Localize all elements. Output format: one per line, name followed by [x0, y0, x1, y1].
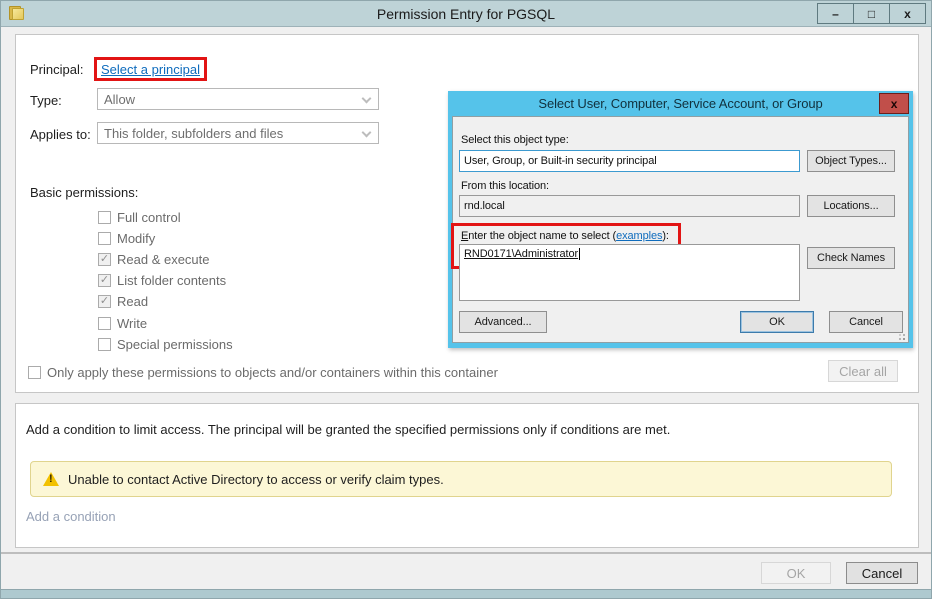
- select-principal-link[interactable]: Select a principal: [101, 62, 200, 77]
- window-titlebar[interactable]: Permission Entry for PGSQL – □ x: [1, 1, 931, 27]
- checkbox[interactable]: [98, 317, 111, 330]
- permission-row-list-folder[interactable]: List folder contents: [98, 273, 226, 288]
- window-title: Permission Entry for PGSQL: [1, 6, 931, 22]
- checkbox[interactable]: [98, 253, 111, 266]
- permission-label: List folder contents: [117, 273, 226, 288]
- checkbox[interactable]: [98, 338, 111, 351]
- condition-description: Add a condition to limit access. The pri…: [26, 422, 670, 437]
- text-caret: [579, 248, 580, 260]
- check-names-button[interactable]: Check Names: [807, 247, 895, 269]
- type-dropdown[interactable]: Allow: [97, 88, 379, 110]
- location-label: From this location:: [461, 180, 549, 192]
- location-value: rnd.local: [464, 200, 505, 212]
- applies-to-value: This folder, subfolders and files: [104, 126, 283, 141]
- permission-row-write[interactable]: Write: [98, 316, 147, 331]
- basic-permissions-label: Basic permissions:: [30, 185, 138, 200]
- minimize-icon[interactable]: –: [817, 3, 854, 24]
- checkbox[interactable]: [98, 274, 111, 287]
- permission-label: Modify: [117, 231, 155, 246]
- enter-object-name-label: Enter the object name to select (example…: [461, 230, 669, 242]
- clear-all-button[interactable]: Clear all: [828, 360, 898, 382]
- examples-link[interactable]: examples: [616, 230, 662, 242]
- object-name-value: RND0171\Administrator: [464, 248, 578, 260]
- location-field[interactable]: rnd.local: [459, 195, 800, 217]
- condition-groupbox: Add a condition to limit access. The pri…: [15, 403, 919, 548]
- maximize-icon[interactable]: □: [853, 3, 890, 24]
- permission-row-read[interactable]: Read: [98, 294, 148, 309]
- applies-to-dropdown[interactable]: This folder, subfolders and files: [97, 122, 379, 144]
- warning-banner: Unable to contact Active Directory to ac…: [30, 461, 892, 497]
- permission-label: Write: [117, 316, 147, 331]
- window-bottom-edge: [1, 589, 931, 598]
- warning-text: Unable to contact Active Directory to ac…: [68, 472, 444, 487]
- permission-row-modify[interactable]: Modify: [98, 231, 155, 246]
- object-type-field[interactable]: User, Group, or Built-in security princi…: [459, 150, 800, 172]
- resize-grip[interactable]: [896, 331, 906, 341]
- locations-button[interactable]: Locations...: [807, 195, 895, 217]
- object-type-value: User, Group, or Built-in security princi…: [464, 155, 657, 167]
- select-dialog-ok-button[interactable]: OK: [740, 311, 814, 333]
- permission-row-read-execute[interactable]: Read & execute: [98, 252, 210, 267]
- footer-separator: [1, 552, 931, 554]
- chevron-down-icon: [362, 94, 372, 104]
- object-type-label: Select this object type:: [461, 134, 569, 146]
- add-condition-link[interactable]: Add a condition: [26, 509, 116, 524]
- chevron-down-icon: [362, 128, 372, 138]
- advanced-button[interactable]: Advanced...: [459, 311, 547, 333]
- checkbox[interactable]: [98, 211, 111, 224]
- permission-label: Read: [117, 294, 148, 309]
- permission-row-special[interactable]: Special permissions: [98, 337, 233, 352]
- close-icon[interactable]: x: [889, 3, 926, 24]
- principal-label: Principal:: [30, 62, 83, 77]
- permission-label: Read & execute: [117, 252, 210, 267]
- select-dialog-titlebar[interactable]: Select User, Computer, Service Account, …: [448, 91, 913, 116]
- only-apply-label: Only apply these permissions to objects …: [47, 365, 498, 380]
- permission-row-full-control[interactable]: Full control: [98, 210, 181, 225]
- highlight-red-box-principal: Select a principal: [94, 57, 207, 81]
- window-controls: – □ x: [818, 3, 926, 24]
- close-icon[interactable]: x: [879, 93, 909, 114]
- applies-to-label: Applies to:: [30, 127, 91, 142]
- select-user-dialog: Select User, Computer, Service Account, …: [448, 91, 913, 348]
- warning-icon: [43, 472, 59, 486]
- checkbox[interactable]: [28, 366, 41, 379]
- checkbox[interactable]: [98, 232, 111, 245]
- type-value: Allow: [104, 92, 135, 107]
- select-dialog-cancel-button[interactable]: Cancel: [829, 311, 903, 333]
- only-apply-row[interactable]: Only apply these permissions to objects …: [28, 365, 498, 380]
- permission-label: Full control: [117, 210, 181, 225]
- cancel-button[interactable]: Cancel: [846, 562, 918, 584]
- object-name-input[interactable]: RND0171\Administrator: [459, 244, 800, 301]
- object-types-button[interactable]: Object Types...: [807, 150, 895, 172]
- permission-entry-window: Permission Entry for PGSQL – □ x Princip…: [0, 0, 932, 599]
- select-dialog-body: Select this object type: User, Group, or…: [452, 116, 909, 343]
- ok-button[interactable]: OK: [761, 562, 831, 584]
- permission-label: Special permissions: [117, 337, 233, 352]
- select-dialog-title: Select User, Computer, Service Account, …: [538, 96, 822, 111]
- type-label: Type:: [30, 93, 62, 108]
- checkbox[interactable]: [98, 295, 111, 308]
